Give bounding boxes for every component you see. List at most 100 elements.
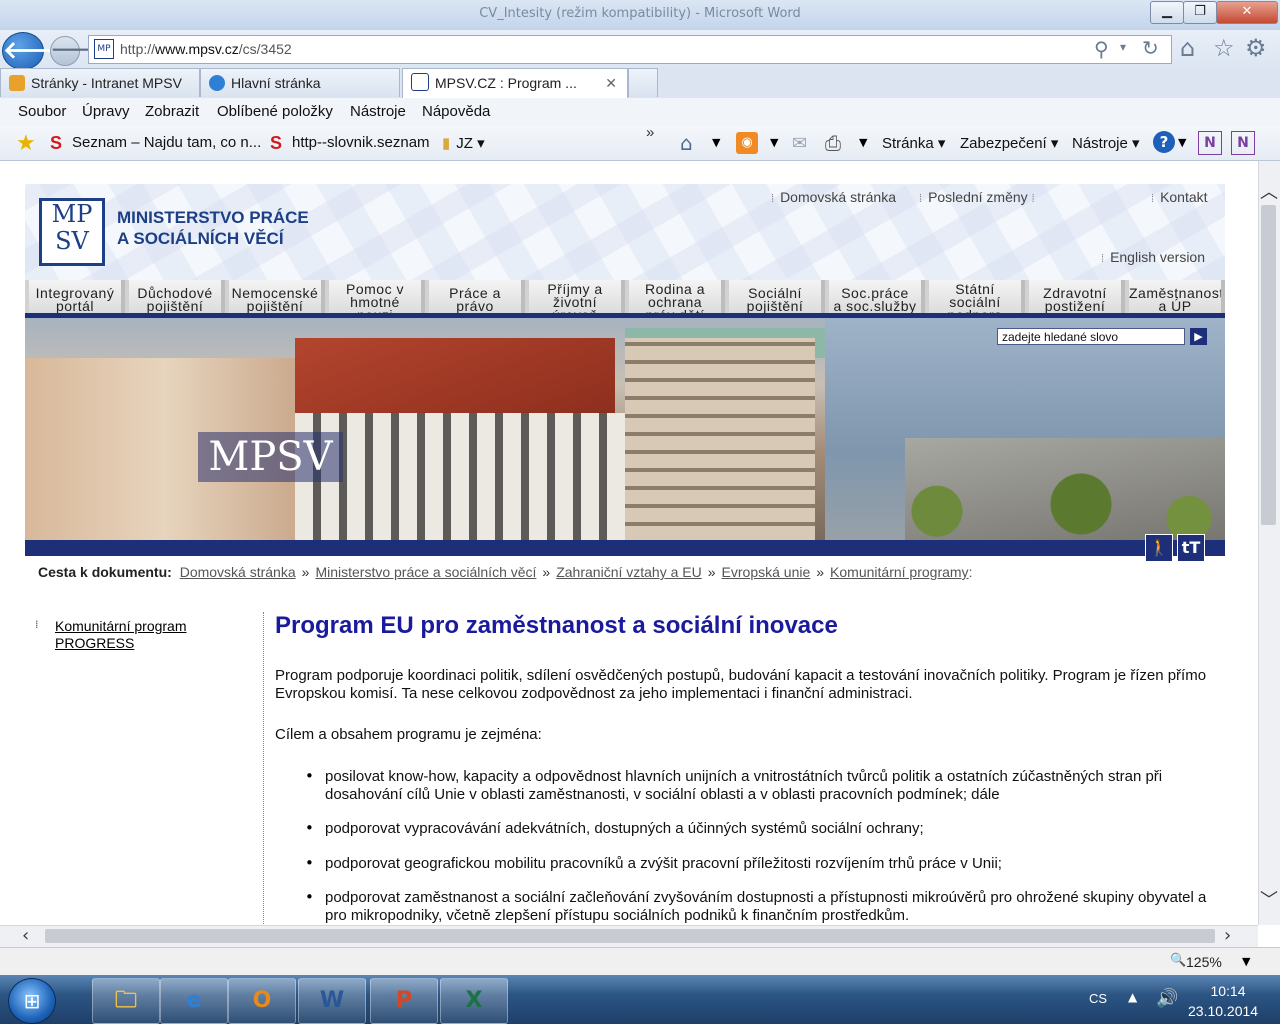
breadcrumb-home[interactable]: Domovská stránka [180, 564, 296, 580]
back-button[interactable]: 🡐 [2, 32, 67, 70]
menu-upravy[interactable]: Úpravy [82, 103, 130, 120]
search-dropdown-icon[interactable]: ▾ [1120, 40, 1126, 54]
leftnav-progress-link[interactable]: Komunitární program PROGRESS [55, 618, 255, 652]
home-icon[interactable]: ⌂ [680, 131, 693, 155]
url-text[interactable]: http://www.mpsv.cz/cs/3452 [120, 41, 292, 57]
taskbar-internet-explorer-icon[interactable]: e [160, 978, 228, 1024]
scroll-up-icon[interactable]: ︿ [1260, 178, 1278, 204]
window-title: CV_Intesity (režim kompatibility) - Micr… [479, 6, 801, 21]
print-icon[interactable]: ⎙ [825, 131, 841, 155]
favorites-star-icon[interactable]: ☆ [1213, 34, 1235, 62]
search-icon[interactable]: ⚲ [1094, 37, 1109, 61]
folder-icon: ▮ [442, 135, 451, 152]
taskbar-powerpoint-icon[interactable]: P [370, 978, 438, 1024]
menu-oblibene[interactable]: Oblíbené položky [217, 103, 333, 120]
breadcrumb-programs[interactable]: Komunitární programy [830, 564, 969, 580]
menu-zobrazit[interactable]: Zobrazit [145, 103, 199, 120]
tab-close-icon[interactable]: ✕ [605, 69, 617, 97]
taskbar-outlook-icon[interactable]: O [228, 978, 296, 1024]
nav-tab-prijmy-a-zivotni-uroven[interactable]: Příjmy aživotníúroveň [529, 280, 625, 313]
accessibility-icon[interactable]: 🚶 [1145, 534, 1173, 562]
clock-time[interactable]: 10:14 [1200, 983, 1256, 999]
recent-changes-link[interactable]: ⁞ Poslední změny ⁞ [919, 189, 1041, 205]
zoom-icon[interactable]: 🔍 [1170, 953, 1186, 968]
taskbar-explorer-icon[interactable]: 🗀 [92, 978, 160, 1024]
favorites-star-icon[interactable]: ★ [16, 131, 36, 156]
fav-slovnik[interactable]: Shttp--slovnik.seznam [270, 134, 430, 152]
gear-icon[interactable]: ⚙ [1245, 34, 1267, 62]
banner-trees [865, 468, 1225, 540]
zoom-dropdown-icon[interactable]: ▼ [1242, 955, 1250, 968]
rss-feed-icon[interactable]: ◉ [736, 132, 758, 154]
maximize-button[interactable]: ❐ [1183, 1, 1217, 24]
forward-button[interactable]: 🡒 [50, 36, 97, 66]
nav-tab-label: a soc.služby [833, 298, 917, 313]
new-tab-button[interactable] [628, 68, 658, 97]
horizontal-scroll-thumb[interactable] [45, 929, 1215, 943]
nav-tab-zdravotni-postizeni[interactable]: Zdravotní postižení [1029, 280, 1125, 313]
dropdown-icon[interactable]: ▼ [770, 136, 778, 149]
more-chevron-icon[interactable]: » [646, 124, 654, 141]
nav-tab-statni-socialni-podpora[interactable]: Státnísociálnípodpora [929, 280, 1025, 313]
nav-tab-integrovany-portal[interactable]: Integrovaný portál [29, 280, 125, 313]
nav-tab-zamestnanost-a-up[interactable]: Zaměstnanost a ÚP [1129, 280, 1225, 313]
dropdown-icon[interactable]: ▼ [859, 136, 867, 149]
breadcrumb-foreign-eu[interactable]: Zahraniční vztahy a EU [556, 564, 702, 580]
nav-tab-soc-prace-a-soc-sluzby[interactable]: Soc.práce a soc.služby [829, 280, 925, 313]
page-menu-button[interactable]: Stránka ▾ [882, 134, 945, 152]
home-link[interactable]: ⁞ Domovská stránka [771, 189, 896, 205]
dropdown-icon[interactable]: ▼ [712, 136, 720, 149]
scroll-down-icon[interactable]: ﹀ [1260, 886, 1278, 912]
nav-tab-nemocenske-pojisteni[interactable]: Nemocenské pojištění [229, 280, 325, 313]
contact-link[interactable]: ⁞ Kontakt [1151, 189, 1208, 205]
site-search-input[interactable] [997, 328, 1185, 345]
volume-icon[interactable]: 🔊 [1156, 988, 1178, 1009]
taskbar-excel-icon[interactable]: X [440, 978, 508, 1024]
vertical-scroll-thumb[interactable] [1261, 205, 1276, 525]
scroll-left-icon[interactable]: ‹ [22, 925, 29, 946]
text-size-icon[interactable]: tT [1177, 534, 1205, 562]
english-version-link[interactable]: ⁞ English version [1101, 249, 1205, 265]
breadcrumb-label: Cesta k dokumentu: [38, 564, 172, 580]
nav-tab-rodina-a-ochrana-prav-deti[interactable]: Rodina aochranapráv dětí [629, 280, 725, 313]
home-icon[interactable]: ⌂ [1180, 34, 1195, 62]
close-window-button[interactable]: ✕ [1216, 1, 1278, 24]
breadcrumb-ministry[interactable]: Ministerstvo práce a sociálních věcí [315, 564, 536, 580]
input-language[interactable]: CS [1089, 991, 1107, 1006]
menu-nastroje[interactable]: Nástroje [350, 103, 406, 120]
page-title: Program EU pro zaměstnanost a sociální i… [275, 612, 838, 639]
refresh-icon[interactable]: ↻ [1142, 36, 1159, 60]
tab-intranet[interactable]: Stránky - Intranet MPSV [0, 68, 200, 97]
tab-hlavni-stranka[interactable]: Hlavní stránka [200, 68, 400, 97]
nav-tab-socialni-pojisteni[interactable]: Sociální pojištění [729, 280, 825, 313]
help-icon[interactable]: ? [1153, 131, 1175, 153]
mpsv-logo[interactable]: MP SV [39, 198, 105, 266]
nav-tab-prace-a-pravo[interactable]: Práce a právo [429, 280, 525, 313]
nav-tab-label: úroveň [529, 308, 621, 313]
taskbar-word-icon[interactable]: W [298, 978, 366, 1024]
mail-icon[interactable]: ✉ [792, 133, 807, 154]
tab-label: Stránky - Intranet MPSV [31, 75, 182, 91]
goal-item: podporovat geografickou mobilitu pracovn… [325, 855, 1002, 872]
onenote-linked-icon[interactable]: N [1231, 131, 1255, 155]
fav-seznam[interactable]: S Seznam – Najdu tam, co n... [50, 134, 261, 152]
menu-napoveda[interactable]: Nápověda [422, 103, 490, 120]
clock-date[interactable]: 23.10.2014 [1188, 1003, 1258, 1019]
onenote-icon[interactable]: N [1198, 131, 1222, 155]
scroll-right-icon[interactable]: › [1224, 925, 1231, 946]
dropdown-icon[interactable]: ▼ [1178, 136, 1186, 149]
start-button[interactable]: ⊞ [8, 978, 56, 1024]
tray-expand-icon[interactable]: ▲ [1128, 990, 1137, 1004]
minimize-button[interactable]: ▁ [1150, 1, 1184, 24]
tab-mpsv-program[interactable]: MPSV.CZ : Program ... ✕ [402, 68, 628, 99]
search-submit-button[interactable]: ▶ [1190, 328, 1207, 345]
zoom-level[interactable]: 125% [1186, 954, 1222, 970]
nav-tab-pomoc-v-hmotne-nouzi[interactable]: Pomoc vhmotnénouzi [329, 280, 425, 313]
nav-tab-duchodove-pojisteni[interactable]: Důchodové pojištění [129, 280, 225, 313]
fav-folder-jz[interactable]: ▮ JZ ▾ [442, 134, 485, 152]
menu-soubor[interactable]: Soubor [18, 103, 66, 120]
breadcrumb-eu[interactable]: Evropská unie [722, 564, 811, 580]
org-name-line2: A SOCIÁLNÍCH VĚCÍ [117, 229, 284, 248]
tools-menu-button[interactable]: Nástroje ▾ [1072, 134, 1140, 152]
security-menu-button[interactable]: Zabezpečení ▾ [960, 134, 1058, 152]
